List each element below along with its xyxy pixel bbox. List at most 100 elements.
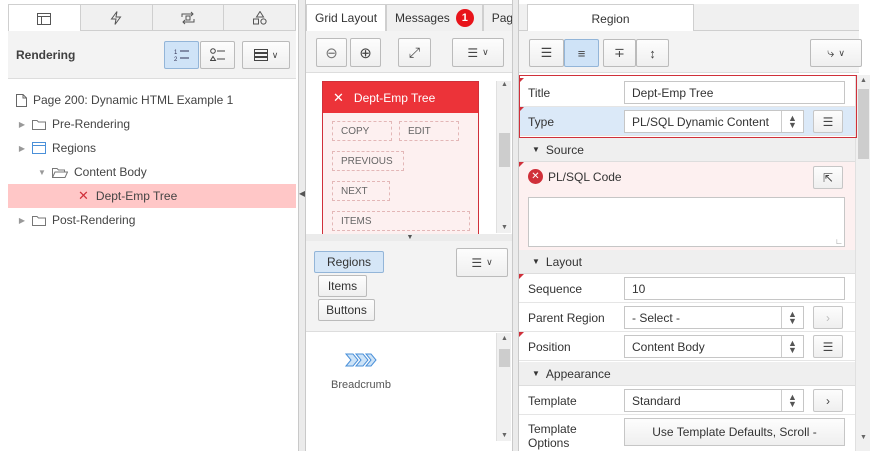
prop-type-select[interactable]: PL/SQL Dynamic Content ▲ ▼ xyxy=(624,110,804,133)
section-label: Appearance xyxy=(545,366,611,381)
tab-region[interactable]: Region xyxy=(527,4,694,32)
section-layout[interactable]: ▼ Layout xyxy=(519,250,855,274)
plsql-code-textarea[interactable]: ∟ xyxy=(528,197,845,247)
position-chip[interactable]: COPY xyxy=(332,121,392,141)
gallery-regions-button[interactable]: Regions xyxy=(314,251,384,273)
zoom-in-icon: ⊕ xyxy=(359,44,372,62)
layout-pane: Grid Layout Messages 1 Pag ⊖ ⊕ ⤢ ☰ ∨ ✕ Dept… xyxy=(305,0,513,451)
prop-title-label: Title xyxy=(528,86,551,100)
tree-node-regions[interactable]: ▶ Regions xyxy=(8,136,296,160)
expand-icon: ↕ xyxy=(649,45,656,61)
prop-parent-select[interactable]: - Select - ▲ ▼ xyxy=(624,306,804,329)
tree-node-page[interactable]: Page 200: Dynamic HTML Example 1 xyxy=(8,88,296,112)
show-all-button[interactable]: ≡ xyxy=(564,39,599,67)
zoom-out-button[interactable]: ⊖ xyxy=(316,38,347,67)
error-x-icon: ✕ xyxy=(78,188,89,203)
expand-all-button[interactable]: ↕ xyxy=(636,39,669,67)
expand-triangle-icon[interactable]: ▶ xyxy=(16,120,28,129)
position-chip[interactable]: NEXT xyxy=(332,181,390,201)
scroll-thumb[interactable] xyxy=(858,89,869,159)
layout-scrollbar[interactable]: ▲ ▼ xyxy=(496,81,511,233)
tab-label: Pag xyxy=(491,11,513,25)
shared-components-tab[interactable] xyxy=(224,5,295,30)
select-value: Content Body xyxy=(632,339,705,354)
shapes-list-icon xyxy=(209,48,225,61)
region-card-dept-emp-tree[interactable]: ✕ Dept-Emp Tree COPY EDIT PREVIOUS NEXT I… xyxy=(322,81,479,238)
show-common-button[interactable]: ☰ xyxy=(529,39,564,67)
scroll-up-icon[interactable]: ▲ xyxy=(856,77,871,84)
prop-type-label: Type xyxy=(528,115,555,129)
tree-node-dept-emp-tree[interactable]: ✕ Dept-Emp Tree xyxy=(8,184,296,208)
resize-grip-icon[interactable]: ∟ xyxy=(835,237,843,246)
zoom-in-button[interactable]: ⊕ xyxy=(350,38,381,67)
scroll-down-icon[interactable]: ▼ xyxy=(856,434,871,441)
tree-node-content-body[interactable]: ▼ Content Body xyxy=(8,160,296,184)
select-arrows-icon: ▲ ▼ xyxy=(781,307,803,328)
prop-template-options-label: Template Options xyxy=(528,422,577,450)
layout-toolbar: ⊖ ⊕ ⤢ ☰ ∨ xyxy=(306,31,512,73)
gallery-item-breadcrumb[interactable]: Breadcrumb xyxy=(326,353,396,391)
prop-sequence-input[interactable]: 10 xyxy=(624,277,845,300)
tree-node-post-rendering[interactable]: ▶ Post-Rendering xyxy=(8,208,296,232)
collapse-down-arrow-icon[interactable]: ▼ xyxy=(407,234,414,241)
prop-plsql-label: PL/SQL Code xyxy=(548,170,622,184)
view-by-processing-order-button[interactable] xyxy=(200,41,235,69)
parent-go-button[interactable]: › xyxy=(813,306,843,329)
template-options-button[interactable]: Use Template Defaults, Scroll - xyxy=(624,418,845,446)
go-to-group-button[interactable]: ⤷ ∨ xyxy=(810,39,862,67)
type-list-button[interactable]: ☰ xyxy=(813,110,843,133)
dynamic-actions-tab[interactable] xyxy=(81,5,153,30)
gallery-scrollbar[interactable]: ▲ ▼ xyxy=(496,333,511,441)
menu-stack-icon: ☰ xyxy=(471,255,483,270)
expand-arrows-icon: ⤢ xyxy=(408,44,421,60)
rendering-pane: Rendering 12 ∨ Page 200: Dynamic HTML Ex… xyxy=(0,0,299,451)
gallery-menu-button[interactable]: ☰ ∨ xyxy=(456,248,508,277)
section-source[interactable]: ▼ Source xyxy=(519,138,855,162)
prop-sequence-label: Sequence xyxy=(528,282,583,296)
gallery-buttons-button[interactable]: Buttons xyxy=(318,299,375,321)
collapse-triangle-icon[interactable]: ▼ xyxy=(36,168,48,177)
scroll-up-icon[interactable]: ▲ xyxy=(497,335,512,342)
rendering-menu-button[interactable]: ∨ xyxy=(242,41,290,69)
position-chip[interactable]: EDIT xyxy=(399,121,459,141)
processing-tab[interactable] xyxy=(153,5,225,30)
position-chip[interactable]: ITEMS xyxy=(332,211,470,231)
scroll-down-icon[interactable]: ▼ xyxy=(497,224,512,231)
lines-icon: ☰ xyxy=(540,45,553,60)
prop-title-row: Title Dept-Emp Tree xyxy=(519,78,855,107)
expand-button[interactable]: ⤢ xyxy=(398,38,431,67)
shared-components-icon xyxy=(252,10,267,25)
scroll-up-icon[interactable]: ▲ xyxy=(497,81,512,88)
expand-triangle-icon[interactable]: ▶ xyxy=(16,144,28,153)
layout-menu-button[interactable]: ☰ ∨ xyxy=(452,38,504,67)
tab-page-search[interactable]: Pag xyxy=(482,4,513,31)
middle-splitter[interactable]: ▼ xyxy=(306,234,512,241)
prop-title-input[interactable]: Dept-Emp Tree xyxy=(624,81,845,104)
collapse-caret-icon: ▼ xyxy=(532,369,540,378)
scroll-down-icon[interactable]: ▼ xyxy=(497,432,512,439)
view-by-component-button[interactable]: 12 xyxy=(164,41,199,69)
position-list-button[interactable]: ☰ xyxy=(813,335,843,358)
tab-messages[interactable]: Messages 1 xyxy=(386,4,483,31)
prop-position-select[interactable]: Content Body ▲ ▼ xyxy=(624,335,804,358)
region-card-title: Dept-Emp Tree xyxy=(353,90,436,105)
scroll-thumb[interactable] xyxy=(499,133,510,167)
expand-triangle-icon[interactable]: ▶ xyxy=(16,216,28,225)
tab-grid-layout[interactable]: Grid Layout xyxy=(306,4,387,31)
position-chip[interactable]: PREVIOUS xyxy=(332,151,404,171)
gallery-items-button[interactable]: Items xyxy=(318,275,367,297)
prop-template-select[interactable]: Standard ▲ ▼ xyxy=(624,389,804,412)
tree-node-pre-rendering[interactable]: ▶ Pre-Rendering xyxy=(8,112,296,136)
property-scrollbar[interactable]: ▲ ▼ xyxy=(855,75,870,451)
collapse-caret-icon: ▼ xyxy=(532,257,540,266)
scroll-thumb[interactable] xyxy=(499,349,510,367)
rendering-tab[interactable] xyxy=(9,5,81,33)
section-appearance[interactable]: ▼ Appearance xyxy=(519,362,855,386)
lightning-icon xyxy=(110,10,122,25)
code-editor-button[interactable]: ⇱ xyxy=(813,166,843,189)
messages-count-badge: 1 xyxy=(455,9,474,27)
template-go-button[interactable]: › xyxy=(813,389,843,412)
collapse-all-button[interactable]: ∓ xyxy=(603,39,636,67)
region-card-header[interactable]: ✕ Dept-Emp Tree xyxy=(323,82,478,113)
collapse-caret-icon: ▼ xyxy=(532,145,540,154)
